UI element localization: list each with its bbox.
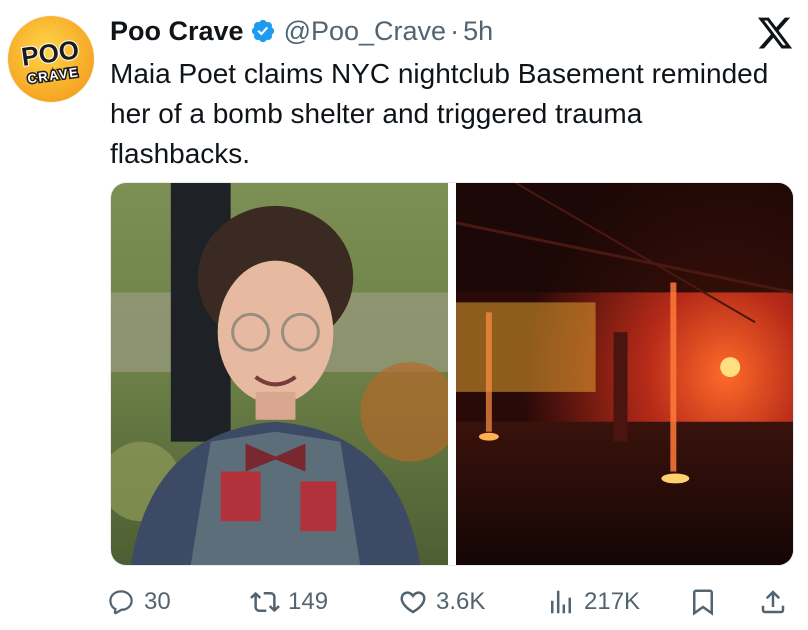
- media-grid: [110, 182, 794, 566]
- repost-button[interactable]: 149: [250, 584, 328, 620]
- verified-badge-icon: [251, 19, 274, 43]
- portrait-image: [111, 183, 448, 565]
- tweet-time[interactable]: 5h: [463, 16, 493, 47]
- tweet-header: Poo Crave @Poo_Crave · 5h: [110, 14, 493, 48]
- like-button[interactable]: 3.6K: [398, 584, 485, 620]
- repost-icon: [250, 591, 280, 613]
- repost-count: 149: [288, 588, 329, 615]
- views-button[interactable]: 217K: [546, 584, 640, 620]
- separator-dot: ·: [450, 15, 460, 46]
- bookmark-icon: [693, 589, 713, 616]
- account-handle[interactable]: @Poo_Crave: [284, 16, 447, 47]
- like-count: 3.6K: [436, 588, 486, 615]
- reply-button[interactable]: 30: [106, 584, 171, 620]
- share-icon: [761, 590, 785, 614]
- avatar[interactable]: POO CRAVE: [8, 16, 94, 102]
- views-count: 217K: [584, 588, 641, 615]
- views-icon: [551, 590, 571, 614]
- like-icon: [400, 591, 426, 614]
- basement-image: [456, 183, 793, 565]
- action-bar: 30 149 3.6K 217K: [106, 584, 796, 620]
- account-name[interactable]: Poo Crave: [110, 16, 244, 47]
- avatar-logo: POO CRAVE: [18, 33, 81, 88]
- media-photo-portrait[interactable]: [111, 183, 448, 565]
- share-button[interactable]: [758, 584, 788, 620]
- media-photo-basement[interactable]: [456, 183, 793, 565]
- reply-icon: [109, 590, 133, 615]
- x-logo-icon[interactable]: [756, 14, 794, 52]
- bookmark-button[interactable]: [688, 584, 718, 620]
- tweet-text: Maia Poet claims NYC nightclub Basement …: [110, 58, 769, 169]
- reply-count: 30: [144, 588, 171, 615]
